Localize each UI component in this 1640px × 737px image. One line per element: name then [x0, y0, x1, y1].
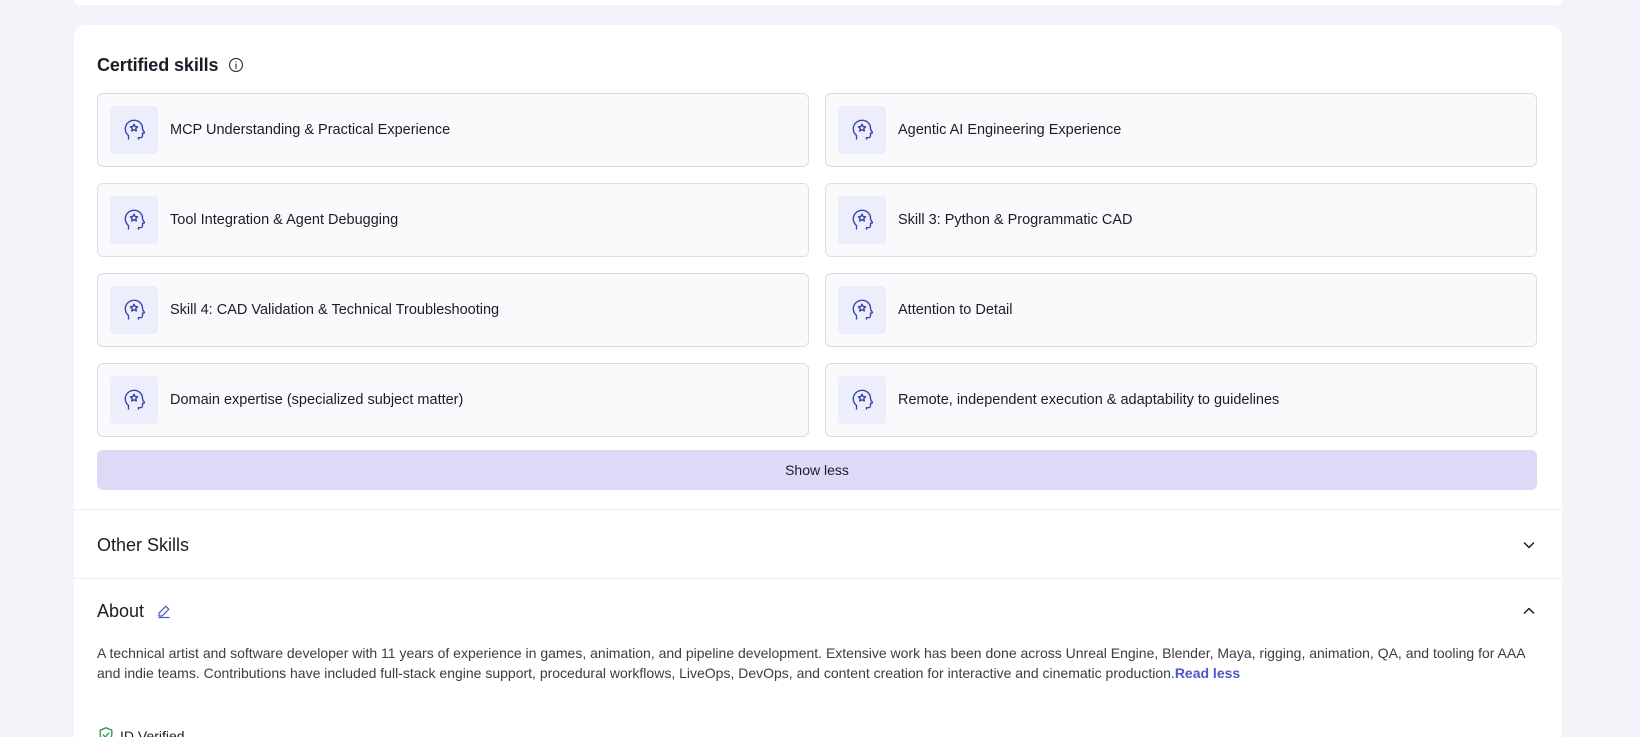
- about-header: About: [97, 595, 1537, 627]
- about-text: A technical artist and software develope…: [97, 645, 1525, 681]
- other-skills-header[interactable]: Other Skills: [97, 529, 1537, 561]
- pencil-icon[interactable]: [156, 603, 172, 619]
- skill-label: Remote, independent execution & adaptabi…: [898, 392, 1280, 408]
- read-less-link[interactable]: Read less: [1175, 665, 1240, 681]
- skill-label: Skill 4: CAD Validation & Technical Trou…: [170, 302, 500, 318]
- chevron-up-icon[interactable]: [1521, 603, 1537, 619]
- head-badge-icon: [110, 196, 158, 244]
- previous-card: [74, 0, 1562, 5]
- head-badge-icon: [838, 106, 886, 154]
- about-description: A technical artist and software develope…: [97, 643, 1542, 683]
- head-badge-icon: [838, 376, 886, 424]
- id-verified-label: ID Verified: [120, 728, 185, 737]
- skill-label: Domain expertise (specialized subject ma…: [170, 392, 464, 408]
- divider: [74, 509, 1562, 510]
- skill-label: Tool Integration & Agent Debugging: [170, 212, 399, 228]
- skill-card[interactable]: Skill 3: Python & Programmatic CAD: [825, 183, 1537, 257]
- skill-card[interactable]: Skill 4: CAD Validation & Technical Trou…: [97, 273, 809, 347]
- chevron-down-icon[interactable]: [1521, 537, 1537, 553]
- skill-label: Agentic AI Engineering Experience: [898, 122, 1122, 138]
- shield-check-icon: [97, 726, 115, 737]
- skill-card[interactable]: Remote, independent execution & adaptabi…: [825, 363, 1537, 437]
- head-badge-icon: [838, 286, 886, 334]
- skill-label: Attention to Detail: [898, 302, 1013, 318]
- skill-card[interactable]: Attention to Detail: [825, 273, 1537, 347]
- head-badge-icon: [110, 376, 158, 424]
- other-skills-title: Other Skills: [97, 534, 190, 555]
- skill-card[interactable]: MCP Understanding & Practical Experience: [97, 93, 809, 167]
- skill-card[interactable]: Tool Integration & Agent Debugging: [97, 183, 809, 257]
- certified-skills-grid: MCP Understanding & Practical Experience…: [97, 93, 1537, 437]
- certified-skills-header: Certified skills: [97, 50, 244, 80]
- certified-skills-title: Certified skills: [97, 54, 219, 75]
- skills-card: Certified skills MCP Understanding & Pra…: [74, 25, 1562, 737]
- skill-card[interactable]: Agentic AI Engineering Experience: [825, 93, 1537, 167]
- divider: [74, 578, 1562, 579]
- skill-card[interactable]: Domain expertise (specialized subject ma…: [97, 363, 809, 437]
- show-less-button[interactable]: Show less: [97, 450, 1537, 490]
- about-title-group: About: [97, 601, 172, 622]
- head-badge-icon: [110, 106, 158, 154]
- id-verified-badge: ID Verified: [97, 725, 185, 737]
- head-badge-icon: [838, 196, 886, 244]
- skill-label: MCP Understanding & Practical Experience: [170, 122, 451, 138]
- info-icon[interactable]: [228, 57, 244, 73]
- skill-label: Skill 3: Python & Programmatic CAD: [898, 212, 1133, 228]
- about-title: About: [97, 600, 145, 621]
- head-badge-icon: [110, 286, 158, 334]
